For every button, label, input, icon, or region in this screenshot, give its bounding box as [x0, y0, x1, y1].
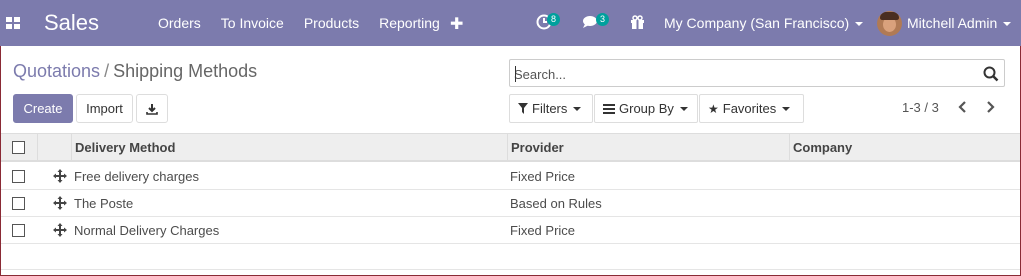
chevron-right-icon[interactable]: [984, 100, 996, 114]
table-row[interactable]: Normal Delivery Charges Fixed Price: [1, 217, 1020, 244]
row-checkbox[interactable]: [12, 224, 25, 237]
menu-item-orders[interactable]: Orders: [158, 15, 201, 31]
column-header-company[interactable]: Company: [793, 140, 852, 155]
column-divider: [37, 134, 38, 162]
filter-icon: [518, 103, 528, 114]
favorites-dropdown[interactable]: ★ Favorites: [699, 94, 804, 123]
user-menu[interactable]: Mitchell Admin: [907, 15, 1012, 31]
message-count-badge: 3: [596, 13, 610, 26]
breadcrumb-parent[interactable]: Quotations: [13, 61, 100, 81]
delivery-method-cell: Normal Delivery Charges: [74, 223, 220, 238]
user-name: Mitchell Admin: [907, 15, 998, 31]
column-divider: [507, 134, 508, 162]
download-icon: [146, 103, 158, 115]
row-checkbox[interactable]: [12, 197, 25, 210]
chevron-down-icon: [855, 22, 864, 27]
filters-label: Filters: [532, 101, 568, 116]
export-button[interactable]: [136, 94, 168, 123]
chevron-down-icon: [679, 106, 688, 111]
gift-icon[interactable]: [630, 15, 645, 30]
group-by-dropdown[interactable]: Group By: [594, 94, 698, 123]
move-handle-icon[interactable]: [53, 196, 67, 210]
company-name: My Company (San Francisco): [664, 15, 850, 31]
menu-item-reporting[interactable]: Reporting: [379, 15, 440, 31]
pager-value[interactable]: 1-3 / 3: [902, 100, 939, 115]
text-cursor: [515, 66, 516, 82]
chevron-left-icon[interactable]: [957, 100, 969, 114]
chevron-down-icon: [782, 106, 791, 111]
chevron-down-icon: [573, 106, 582, 111]
column-header-provider[interactable]: Provider: [511, 140, 564, 155]
row-checkbox[interactable]: [12, 170, 25, 183]
apps-grid-icon[interactable]: [6, 17, 20, 29]
avatar[interactable]: [877, 11, 902, 36]
column-divider: [789, 134, 790, 162]
table-row[interactable]: Free delivery charges Fixed Price: [1, 163, 1020, 190]
move-handle-icon[interactable]: [53, 223, 67, 237]
table-row[interactable]: The Poste Based on Rules: [1, 190, 1020, 217]
search-input[interactable]: [514, 65, 974, 83]
filters-dropdown[interactable]: Filters: [509, 94, 593, 123]
favorites-label: Favorites: [722, 101, 777, 116]
provider-cell: Fixed Price: [510, 169, 576, 184]
main-menu: Orders To Invoice Products Reporting: [158, 15, 460, 31]
import-button[interactable]: Import: [76, 94, 133, 123]
table-footer-divider: [1, 269, 1020, 270]
activity-count-badge: 8: [547, 13, 561, 26]
delivery-method-cell: Free delivery charges: [74, 169, 199, 184]
top-navbar: Sales Orders To Invoice Products Reporti…: [0, 0, 1021, 46]
column-divider: [71, 134, 72, 162]
app-brand[interactable]: Sales: [44, 10, 99, 36]
group-by-label: Group By: [619, 101, 674, 116]
table-header: Delivery Method Provider Company: [1, 133, 1020, 162]
delivery-method-cell: The Poste: [74, 196, 134, 211]
select-all-checkbox[interactable]: [12, 141, 25, 154]
column-header-delivery-method[interactable]: Delivery Method: [75, 140, 175, 155]
page-title: Shipping Methods: [113, 61, 258, 81]
plus-icon[interactable]: ✚: [450, 14, 463, 34]
search-icon[interactable]: [983, 66, 999, 82]
create-button[interactable]: Create: [13, 94, 73, 123]
company-switcher[interactable]: My Company (San Francisco): [664, 15, 864, 31]
star-icon: ★: [708, 101, 719, 116]
menu-item-products[interactable]: Products: [304, 15, 359, 31]
menu-item-to-invoice[interactable]: To Invoice: [221, 15, 284, 31]
list-icon: [603, 103, 615, 114]
move-handle-icon[interactable]: [53, 169, 67, 183]
provider-cell: Fixed Price: [510, 223, 576, 238]
search-box[interactable]: [509, 59, 1005, 87]
provider-cell: Based on Rules: [510, 196, 602, 211]
breadcrumb: Quotations / Shipping Methods: [13, 61, 257, 82]
chevron-down-icon: [1003, 22, 1012, 27]
breadcrumb-separator: /: [104, 61, 110, 81]
